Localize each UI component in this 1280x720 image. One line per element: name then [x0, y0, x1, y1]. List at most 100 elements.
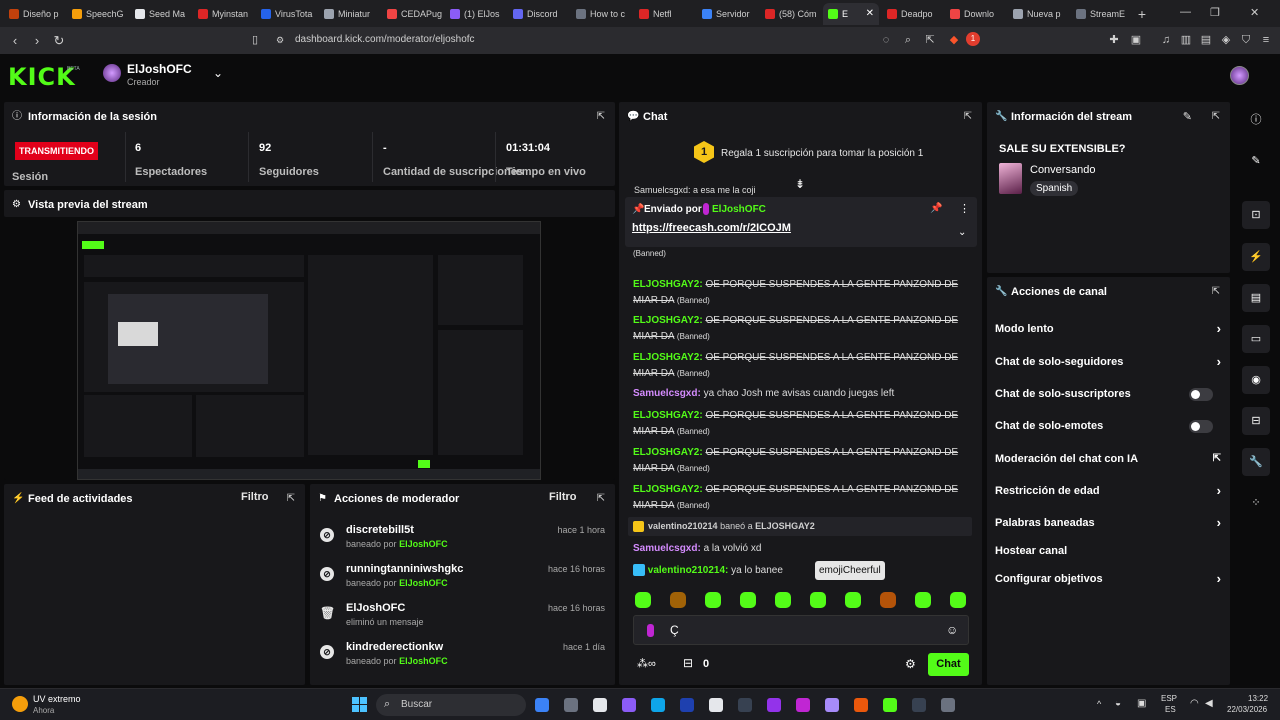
browser-tab[interactable]: How to c	[571, 3, 631, 25]
browser-tab[interactable]: Netfl	[634, 3, 694, 25]
emote-button[interactable]	[635, 592, 651, 608]
app-icon[interactable]	[883, 698, 897, 712]
channel-action-banned-words[interactable]: Palabras baneadas ›	[995, 515, 1221, 530]
forward-icon[interactable]: ›	[26, 33, 48, 48]
copilot-icon[interactable]	[622, 698, 636, 712]
chat-message[interactable]: valentino210214: ya lo banee	[633, 563, 973, 579]
browser-tab[interactable]: Deadpo	[882, 3, 942, 25]
user-avatar[interactable]	[1230, 66, 1249, 85]
browser-tab[interactable]: (58) Cóm	[760, 3, 820, 25]
browser-tab[interactable]: Myinstan	[193, 3, 253, 25]
emote-button[interactable]	[740, 592, 756, 608]
edit-icon[interactable]: ✎	[1242, 147, 1270, 175]
emote-button[interactable]	[950, 592, 966, 608]
brave-rewards-badge[interactable]: 1	[966, 32, 980, 46]
apps-icon[interactable]: ⁘	[1242, 489, 1270, 517]
app-icon[interactable]	[593, 698, 607, 712]
mod-action-row[interactable]: ⊘ discretebill5t baneado por ElJoshOFC h…	[320, 522, 605, 558]
edit-icon[interactable]: ✎	[1183, 110, 1192, 123]
chat-message[interactable]: (Banned)	[633, 246, 973, 270]
clock-time[interactable]: 13:22	[1248, 694, 1268, 703]
brave-icon[interactable]	[854, 698, 868, 712]
channel-action-ai-moderation[interactable]: Moderación del chat con IA ⇱	[995, 453, 1221, 465]
steam-icon[interactable]	[709, 698, 723, 712]
expand-icon[interactable]: ⇱	[597, 493, 605, 504]
browser-tab[interactable]: E ✕	[823, 2, 879, 25]
channel-action-subs-only[interactable]: Chat de solo-suscriptores	[995, 388, 1221, 401]
wallet-icon[interactable]: ▤	[1198, 32, 1214, 48]
mod-action-row[interactable]: ⊘ kindrederectionkw baneado por ElJoshOF…	[320, 639, 605, 675]
expand-icon[interactable]: ⇱	[597, 111, 605, 122]
settings-icon[interactable]	[941, 698, 955, 712]
mod-action-row[interactable]: 🗑 ElJoshOFC eliminó un mensaje hace 16 h…	[320, 600, 605, 636]
browser-tab[interactable]: StreamE	[1071, 3, 1131, 25]
sidebar-icon[interactable]: ▥	[1178, 32, 1194, 48]
browser-tab[interactable]: Nueva p	[1008, 3, 1068, 25]
emote-button[interactable]	[880, 592, 896, 608]
windows-start-icon[interactable]	[352, 697, 367, 712]
chevron-down-icon[interactable]: ⌄	[958, 227, 966, 238]
chat-message[interactable]: Samuelcsgxd: ya chao Josh me avisas cuan…	[633, 386, 973, 402]
reload-icon[interactable]: ↻	[48, 33, 70, 49]
chat-message[interactable]: ELJOSHGAY2: OE PORQUE SUSPENDES A LA GEN…	[633, 277, 973, 309]
minimize-icon[interactable]: —	[1180, 6, 1191, 18]
music-icon[interactable]: ♫	[1158, 32, 1174, 48]
bookmark-icon[interactable]: ▯	[247, 32, 263, 48]
channel-action-followers-only[interactable]: Chat de solo-seguidores ›	[995, 354, 1221, 369]
subs-only-toggle[interactable]	[1189, 388, 1213, 401]
chevron-down-icon[interactable]: ⌄	[213, 66, 223, 80]
browser-tab[interactable]: Seed Ma	[130, 3, 190, 25]
taskbar-search[interactable]: ⌕ Buscar	[376, 694, 526, 716]
gift-leaderboard-text[interactable]: Regala 1 suscripción para tomar la posic…	[721, 148, 923, 159]
tray-chevron-icon[interactable]: ^	[1097, 699, 1101, 709]
close-tab-icon[interactable]: ✕	[866, 8, 874, 19]
bolt-icon[interactable]: ⚡	[1242, 243, 1270, 271]
chat-message[interactable]: ELJOSHGAY2: OE PORQUE SUSPENDES A LA GEN…	[633, 482, 973, 514]
wrench-icon[interactable]: 🔧	[1242, 448, 1270, 476]
store-icon[interactable]	[680, 698, 694, 712]
browser-tab[interactable]: Downlo	[945, 3, 1005, 25]
eye-off-icon[interactable]: ◌	[878, 32, 894, 48]
more-options-icon[interactable]: ⋮	[959, 202, 970, 215]
chat-input[interactable]: Ç ☺	[633, 615, 969, 645]
pinned-link[interactable]: https://freecash.com/r/2ICOJM	[632, 222, 791, 234]
browser-tab[interactable]: Discord	[508, 3, 568, 25]
site-info-icon[interactable]: ⚙	[272, 32, 288, 48]
tray-app-icon[interactable]: ◒	[1115, 698, 1121, 709]
channel-action-host[interactable]: Hostear canal	[995, 545, 1221, 557]
expand-icon[interactable]: ⇱	[1212, 111, 1220, 122]
volume-icon[interactable]: ◀	[1205, 698, 1213, 709]
browser-tab[interactable]: (1) ElJos	[445, 3, 505, 25]
mod-tools-icon[interactable]: ⊟	[1242, 407, 1270, 435]
zoom-icon[interactable]: ⌕	[900, 32, 916, 48]
files-icon[interactable]	[564, 698, 578, 712]
wifi-icon[interactable]: ◠	[1190, 698, 1199, 709]
kick-logo[interactable]: KICK	[8, 63, 76, 91]
edge-icon[interactable]	[651, 698, 665, 712]
menu-icon[interactable]: ≡	[1258, 32, 1274, 48]
points-icon[interactable]: ⁂∞	[637, 657, 656, 670]
channel-action-emotes-only[interactable]: Chat de solo-emotes	[995, 420, 1221, 433]
weather-text[interactable]: UV extremo	[33, 694, 81, 704]
mod-filter-button[interactable]: Filtro	[549, 491, 577, 503]
emote-button[interactable]	[670, 592, 686, 608]
language-top[interactable]: ESP	[1161, 694, 1177, 703]
chat-message[interactable]: ELJOSHGAY2: OE PORQUE SUSPENDES A LA GEN…	[633, 313, 973, 345]
emote-button[interactable]	[775, 592, 791, 608]
chat-bubble-icon[interactable]: ▭	[1242, 325, 1270, 353]
send-chat-button[interactable]: Chat	[928, 653, 969, 676]
expand-icon[interactable]: ⇱	[287, 493, 295, 504]
activity-filter-button[interactable]: Filtro	[241, 491, 269, 503]
gift-icon[interactable]: ⊟	[683, 656, 693, 670]
pinned-message[interactable]: 📌 Enviado por ElJoshOFC 📌 ⋮ https://free…	[625, 197, 977, 247]
chat-message[interactable]: ELJOSHGAY2: OE PORQUE SUSPENDES A LA GEN…	[633, 408, 973, 440]
explorer-icon[interactable]	[535, 698, 549, 712]
emote-button[interactable]	[810, 592, 826, 608]
brave-shield-icon[interactable]: ◆	[946, 32, 962, 48]
settings-icon[interactable]: ⚙	[905, 657, 916, 671]
extensions-icon[interactable]: ✚	[1106, 32, 1122, 48]
browser-tab[interactable]: VirusTota	[256, 3, 316, 25]
emoji-picker-icon[interactable]: ☺	[946, 623, 958, 637]
discord-icon[interactable]	[825, 698, 839, 712]
camera-icon[interactable]: ⊡	[1242, 201, 1270, 229]
